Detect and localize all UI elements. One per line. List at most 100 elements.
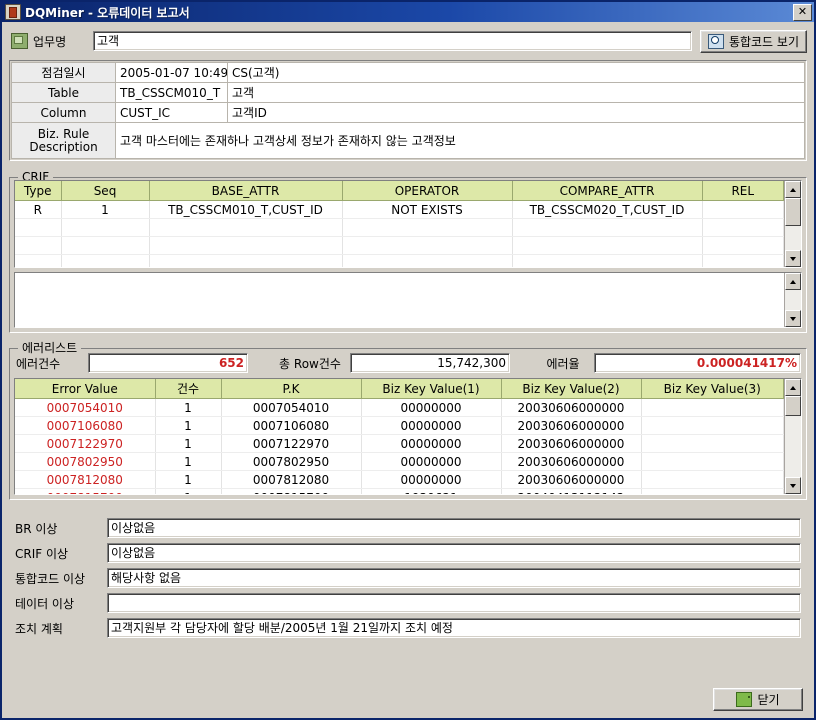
title-bar: DQMiner - 오류데이터 보고서 ✕ xyxy=(2,2,814,22)
errorlist-col-bizkey1[interactable]: Biz Key Value(1) xyxy=(361,379,502,399)
cell-error-value: 0007122970 xyxy=(15,434,156,453)
cell-bizkey2: 20030606000000 xyxy=(501,470,642,489)
view-integrated-code-button[interactable]: 통합코드 보기 xyxy=(699,29,807,53)
cell-count: 1 xyxy=(155,398,222,417)
cell-error-value: 0007802950 xyxy=(15,452,156,471)
field-input-plan[interactable]: 고객지원부 각 담당자에 할당 배분/2005년 1월 21일까지 조치 예정 xyxy=(107,618,801,638)
cell-error-value: 0007054010 xyxy=(15,398,156,417)
table-row[interactable]: 0007802950 1 0007802950 00000000 2003060… xyxy=(15,452,784,471)
field-row-br: BR 이상 이상없음 xyxy=(9,517,807,539)
table-row[interactable]: 0007106080 1 0007106080 00000000 2003060… xyxy=(15,416,784,435)
cell-error-value: 0007815700 xyxy=(15,488,156,494)
cell-pk: 0007815700 xyxy=(221,488,362,494)
cell-bizkey1: 00000000 xyxy=(361,398,502,417)
info-row-biz-rule: Biz. Rule Description 고객 마스터에는 존재하나 고객상세… xyxy=(11,122,805,159)
cell-count: 1 xyxy=(155,434,222,453)
cell-bizkey2: 20030606000000 xyxy=(501,434,642,453)
crif-col-compare-attr[interactable]: COMPARE_ATTR xyxy=(512,181,703,201)
business-name-input[interactable]: 고객 xyxy=(93,31,692,51)
errorlist-col-bizkey2[interactable]: Biz Key Value(2) xyxy=(501,379,642,399)
cell-count: 1 xyxy=(155,416,222,435)
memo-vertical-scrollbar[interactable] xyxy=(784,273,801,327)
crif-vertical-scrollbar[interactable] xyxy=(784,181,801,267)
field-row-plan: 조치 계획 고객지원부 각 담당자에 할당 배분/2005년 1월 21일까지 … xyxy=(9,617,807,639)
field-input-code[interactable]: 해당사항 없음 xyxy=(107,568,801,588)
crif-cell-compare-attr: TB_CSSCM020_T,CUST_ID xyxy=(512,200,703,219)
window-title: DQMiner - 오류데이터 보고서 xyxy=(25,5,190,20)
window-close-button[interactable]: ✕ xyxy=(793,3,812,21)
errorlist-col-pk[interactable]: P.K xyxy=(221,379,362,399)
table-row[interactable]: 0007815700 1 0007815700 1930621 20040413… xyxy=(15,488,784,494)
field-label-crif: CRIF 이상 xyxy=(15,546,69,561)
errorlist-col-count[interactable]: 건수 xyxy=(155,379,222,399)
table-row[interactable]: 0007122970 1 0007122970 00000000 2003060… xyxy=(15,434,784,453)
crif-table: Type Seq BASE_ATTR OPERATOR COMPARE_ATTR… xyxy=(15,181,784,267)
crif-cell-type: R xyxy=(15,200,62,219)
crif-scroll-track[interactable] xyxy=(785,198,801,250)
table-row[interactable]: 0007812080 1 0007812080 00000000 2003060… xyxy=(15,470,784,489)
memo-scroll-track[interactable] xyxy=(785,290,801,310)
errorlist-scroll-thumb[interactable] xyxy=(785,396,801,416)
errorlist-group: 에러리스트 에러건수 652 총 Row건수 15,742,300 에러율 0.… xyxy=(9,341,807,500)
cell-pk: 0007054010 xyxy=(221,398,362,417)
field-row-crif: CRIF 이상 이상없음 xyxy=(9,542,807,564)
errorlist-summary: 에러건수 652 총 Row건수 15,742,300 에러율 0.000041… xyxy=(16,353,802,373)
crif-memo-text[interactable] xyxy=(15,273,784,327)
scroll-up-icon[interactable] xyxy=(785,181,801,198)
crif-cell-rel xyxy=(702,200,784,219)
cell-bizkey2: 20040413112142 xyxy=(501,488,642,494)
info-key: 점검일시 xyxy=(11,62,116,83)
table-row[interactable]: R 1 TB_CSSCM010_T,CUST_ID NOT EXISTS TB_… xyxy=(15,200,784,219)
remarks-fields: BR 이상 이상없음 CRIF 이상 이상없음 통합코드 이상 해당사항 없음 … xyxy=(9,517,807,642)
errorlist-col-bizkey3[interactable]: Biz Key Value(3) xyxy=(641,379,784,399)
info-table: 점검일시 2005-01-07 10:49 CS(고객) Table TB_CS… xyxy=(11,62,805,159)
cell-count: 1 xyxy=(155,470,222,489)
crif-col-base-attr[interactable]: BASE_ATTR xyxy=(149,181,343,201)
crif-memo-box[interactable] xyxy=(14,272,802,328)
info-key: Biz. Rule Description xyxy=(11,122,116,159)
cell-pk: 0007812080 xyxy=(221,470,362,489)
business-toolbar: 업무명 고객 통합코드 보기 xyxy=(11,29,807,53)
cell-bizkey2: 20030606000000 xyxy=(501,452,642,471)
cell-error-value: 0007106080 xyxy=(15,416,156,435)
info-value-2: 고객ID xyxy=(227,102,805,123)
crif-cell-seq: 1 xyxy=(61,200,150,219)
crif-col-rel[interactable]: REL xyxy=(702,181,784,201)
cell-error-value: 0007812080 xyxy=(15,470,156,489)
table-row xyxy=(15,236,784,255)
crif-col-operator[interactable]: OPERATOR xyxy=(342,181,513,201)
scroll-up-icon[interactable] xyxy=(785,273,801,290)
info-panel: 점검일시 2005-01-07 10:49 CS(고객) Table TB_CS… xyxy=(9,60,807,161)
table-row[interactable]: 0007054010 1 0007054010 00000000 2003060… xyxy=(15,398,784,417)
crif-col-type[interactable]: Type xyxy=(15,181,62,201)
cell-count: 1 xyxy=(155,452,222,471)
info-key: Table xyxy=(11,82,116,103)
errorlist-table: Error Value 건수 P.K Biz Key Value(1) Biz … xyxy=(15,379,784,494)
errorlist-grid: Error Value 건수 P.K Biz Key Value(1) Biz … xyxy=(14,378,802,495)
scroll-down-icon[interactable] xyxy=(785,310,801,327)
cell-count: 1 xyxy=(155,488,222,494)
field-label-code: 통합코드 이상 xyxy=(15,571,86,586)
field-label-plan: 조치 계획 xyxy=(15,621,63,636)
scroll-down-icon[interactable] xyxy=(785,250,801,267)
crif-scroll-thumb[interactable] xyxy=(785,198,801,226)
scroll-down-icon[interactable] xyxy=(785,477,801,494)
cell-bizkey3 xyxy=(641,470,784,489)
errorlist-col-error-value[interactable]: Error Value xyxy=(15,379,156,399)
field-input-data[interactable] xyxy=(107,593,801,613)
cell-bizkey1: 00000000 xyxy=(361,470,502,489)
scroll-up-icon[interactable] xyxy=(785,379,801,396)
close-button[interactable]: 닫기 xyxy=(713,688,803,711)
field-input-crif[interactable]: 이상없음 xyxy=(107,543,801,563)
crif-col-seq[interactable]: Seq xyxy=(61,181,150,201)
crif-header-row: Type Seq BASE_ATTR OPERATOR COMPARE_ATTR… xyxy=(15,181,784,201)
total-row-value: 15,742,300 xyxy=(350,353,510,373)
report-window: DQMiner - 오류데이터 보고서 ✕ 업무명 고객 통합코드 보기 점검일… xyxy=(0,0,816,720)
cell-pk: 0007106080 xyxy=(221,416,362,435)
errorlist-scroll-track[interactable] xyxy=(785,396,801,477)
field-input-br[interactable]: 이상없음 xyxy=(107,518,801,538)
info-value-2: CS(고객) xyxy=(227,62,805,83)
errorlist-vertical-scrollbar[interactable] xyxy=(784,379,801,494)
cell-bizkey1: 00000000 xyxy=(361,452,502,471)
crif-group: CRIF Type Seq BASE_ATTR OPERATOR COMPARE… xyxy=(9,170,807,333)
